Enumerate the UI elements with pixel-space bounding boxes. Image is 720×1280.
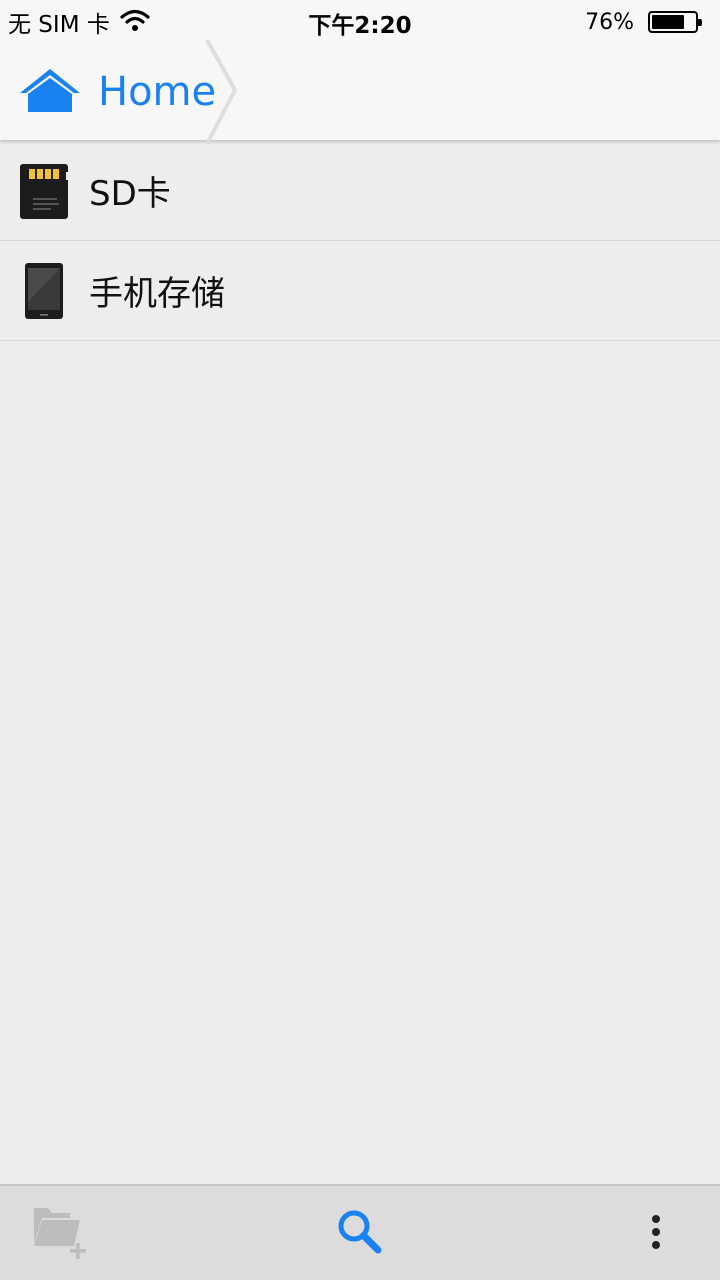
battery-nub (698, 19, 702, 26)
file-manager-screen: 无 SIM 卡 下午2:20 76% Home SD卡 手机存储 (0, 0, 720, 1280)
more-options-button[interactable] (636, 1186, 676, 1280)
storage-list: SD卡 手机存储 (0, 141, 720, 341)
breadcrumb: Home (0, 40, 720, 144)
bottom-toolbar (0, 1184, 720, 1280)
new-folder-button[interactable] (28, 1186, 94, 1280)
battery-percent: 76% (585, 9, 634, 35)
list-item-phone-storage[interactable]: 手机存储 (0, 241, 720, 341)
status-right: 76% (585, 6, 702, 38)
battery-icon (648, 11, 702, 33)
more-vertical-icon (650, 1214, 662, 1254)
search-button[interactable] (330, 1186, 390, 1280)
home-icon (18, 66, 82, 118)
breadcrumb-home[interactable]: Home (0, 44, 216, 140)
list-item-sd-card[interactable]: SD卡 (0, 141, 720, 241)
list-item-label: SD卡 (89, 174, 171, 214)
sd-card-icon (19, 162, 69, 220)
phone-storage-icon (19, 262, 69, 320)
breadcrumb-separator (205, 40, 238, 144)
list-item-label: 手机存储 (89, 274, 225, 314)
new-folder-icon (30, 1204, 92, 1264)
battery-level-fill (652, 15, 684, 29)
breadcrumb-home-label: Home (98, 69, 217, 115)
status-bar: 无 SIM 卡 下午2:20 76% (0, 0, 720, 44)
search-icon (335, 1207, 385, 1261)
